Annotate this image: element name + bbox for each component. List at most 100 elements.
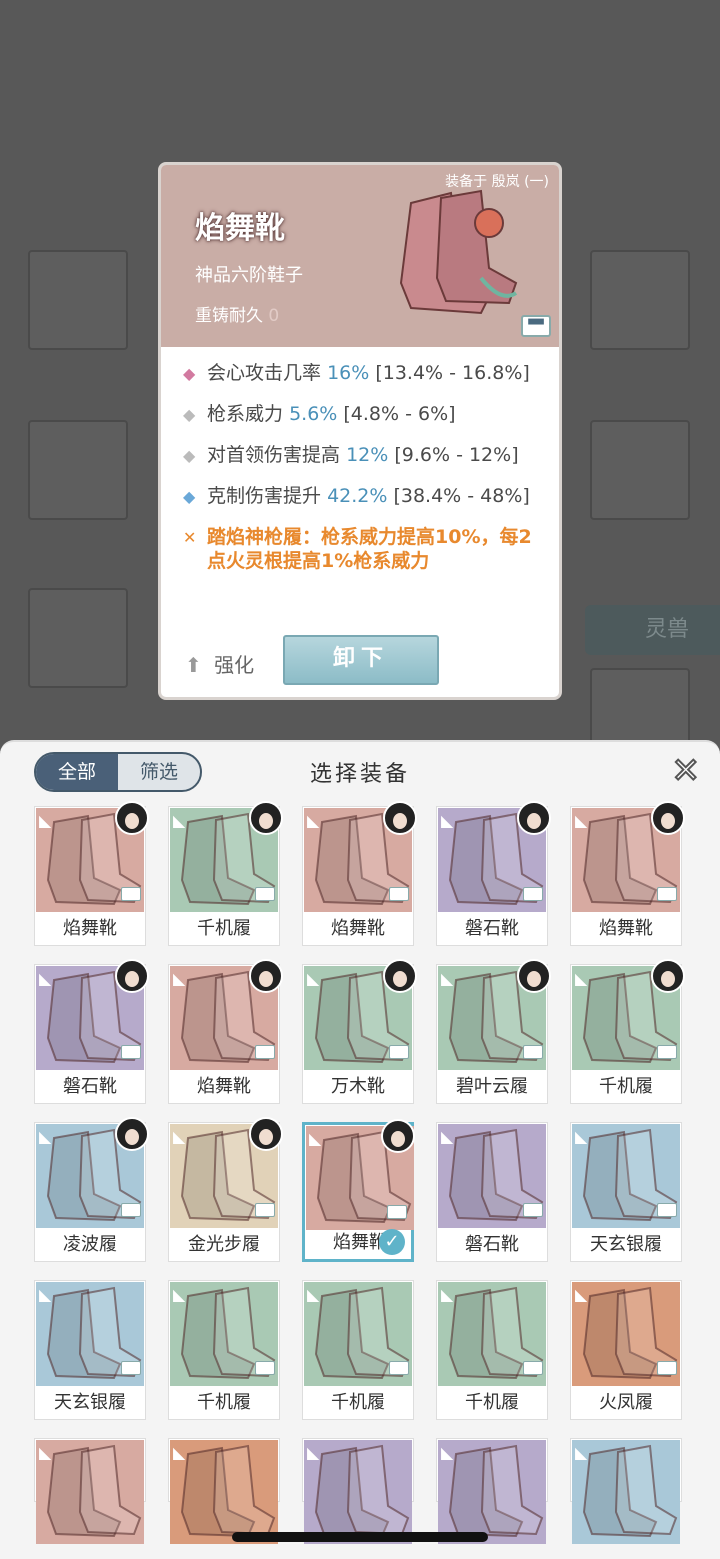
- item-grade: 神品六阶鞋子: [195, 265, 303, 286]
- item-detail-header: 装备于 殷岚 (一) 焰舞靴 神品六阶鞋子 重铸耐久 0 ▀▀: [161, 165, 559, 347]
- boot-slot-icon: ◣: [173, 969, 186, 988]
- boot-slot-icon: ◣: [173, 1443, 186, 1462]
- equipment-card[interactable]: ◣: [570, 1438, 682, 1544]
- boot-slot-icon: ◣: [173, 1285, 186, 1304]
- equipment-select-sheet: 全部 筛选 选择装备 ✕ ◣ 焰舞靴 ◣ 千机履 ◣ 焰舞靴 ◣ 磐石靴 ◣ 焰舞靴 ◣ 磐石靴 ◣ 焰舞…: [0, 740, 720, 1559]
- character-avatar: [651, 801, 685, 835]
- equipment-card[interactable]: ◣ 千机履: [302, 1280, 414, 1420]
- equipment-card[interactable]: ◣: [34, 1438, 146, 1544]
- equipment-name: 焰舞靴: [197, 1076, 251, 1097]
- equipment-name: 磐石靴: [465, 918, 519, 939]
- equipment-card[interactable]: ◣ 千机履: [570, 959, 685, 1104]
- lock-icon: [255, 1045, 275, 1059]
- equipment-card[interactable]: ◣ 磐石靴: [436, 801, 551, 946]
- recast-durability: 重铸耐久 0: [195, 301, 279, 326]
- equipment-card[interactable]: ◣ 金光步履: [168, 1117, 283, 1262]
- equipment-name: 万木靴: [331, 1076, 385, 1097]
- boot-slot-icon: ◣: [39, 1285, 52, 1304]
- stat-value: 12%: [346, 444, 389, 466]
- sheet-title: 选择装备: [309, 762, 410, 787]
- lock-icon: [389, 1361, 409, 1375]
- enhance-button[interactable]: ⬆ 强化: [185, 649, 254, 678]
- set-bonus-text: ✕ 踏焰神枪履：枪系威力提高10%，每2点火灵根提高1%枪系威力: [179, 525, 549, 573]
- character-avatar: [383, 959, 417, 993]
- boot-slot-icon: ◣: [575, 1285, 588, 1304]
- lock-icon: [387, 1205, 407, 1219]
- character-avatar: [249, 959, 283, 993]
- lock-icon: [523, 1045, 543, 1059]
- boot-image: [438, 1440, 546, 1544]
- equipment-card[interactable]: ◣ 焰舞靴: [570, 801, 685, 946]
- equipment-name: 火凤履: [599, 1392, 653, 1413]
- equipment-card[interactable]: ◣: [436, 1438, 548, 1544]
- boot-image: [36, 1440, 144, 1544]
- equipment-name: 天玄银履: [54, 1392, 126, 1413]
- boot-image: [170, 1440, 278, 1544]
- equipment-card[interactable]: ◣ 焰舞靴: [302, 801, 417, 946]
- diamond-icon: ◆: [183, 446, 196, 465]
- lock-icon: [657, 1045, 677, 1059]
- equipment-card[interactable]: ◣ 碧叶云履: [436, 959, 551, 1104]
- lock-icon: [255, 1361, 275, 1375]
- character-avatar: [115, 1117, 149, 1151]
- stat-row: ◆ 对首领伤害提高 12% [9.6% - 12%]: [179, 443, 549, 467]
- equipment-card[interactable]: ◣: [168, 1438, 280, 1544]
- equipment-name: 凌波履: [63, 1234, 117, 1255]
- equipment-name: 焰舞靴: [599, 918, 653, 939]
- set-bonus-icon: ✕: [183, 528, 197, 547]
- equipment-card[interactable]: ◣: [302, 1438, 414, 1544]
- bg-equip-slot-helmet: [590, 250, 690, 350]
- equipment-card[interactable]: ◣ 火凤履: [570, 1280, 682, 1420]
- character-avatar: [517, 801, 551, 835]
- diamond-icon: ◆: [183, 487, 196, 506]
- unequip-button[interactable]: 卸下: [283, 635, 439, 685]
- equipment-name: 千机履: [599, 1076, 653, 1097]
- equipment-card[interactable]: ◣ 磐石靴: [436, 1122, 548, 1262]
- lock-icon: [389, 887, 409, 901]
- lock-icon: [121, 1045, 141, 1059]
- stat-list: ◆ 会心攻击几率 16% [13.4% - 16.8%] ◆ 枪系威力 5.6%…: [179, 361, 549, 590]
- close-icon[interactable]: ✕: [671, 753, 701, 789]
- stat-name: 会心攻击几率: [207, 362, 322, 384]
- boot-slot-icon: ◣: [173, 811, 186, 830]
- equipment-card[interactable]: ◣ 磐石靴: [34, 959, 149, 1104]
- boot-slot-icon: ◣: [309, 1129, 322, 1148]
- lock-icon: [523, 1361, 543, 1375]
- boot-slot-icon: ◣: [307, 969, 320, 988]
- equipment-card[interactable]: ◣ 焰舞靴 ✓: [302, 1119, 415, 1262]
- character-avatar: [249, 801, 283, 835]
- bg-equip-slot-weapon: [28, 250, 128, 350]
- equipment-card[interactable]: ◣ 天玄银履: [570, 1122, 682, 1262]
- boot-slot-icon: ◣: [39, 811, 52, 830]
- character-avatar: [651, 959, 685, 993]
- set-bonus-desc: 踏焰神枪履：枪系威力提高10%，每2点火灵根提高1%枪系威力: [207, 526, 532, 572]
- equipment-card[interactable]: ◣ 焰舞靴: [34, 801, 149, 946]
- equipment-card[interactable]: ◣ 天玄银履: [34, 1280, 146, 1420]
- bg-equip-slot-armor: [28, 420, 128, 520]
- checkmark-icon: ✓: [379, 1229, 405, 1255]
- equipment-name: 千机履: [331, 1392, 385, 1413]
- lock-icon[interactable]: ▀▀: [521, 315, 551, 337]
- equipment-card[interactable]: ◣ 千机履: [436, 1280, 548, 1420]
- boot-slot-icon: ◣: [173, 1127, 186, 1146]
- boot-slot-icon: ◣: [575, 1443, 588, 1462]
- boot-slot-icon: ◣: [441, 811, 454, 830]
- stat-range: [13.4% - 16.8%]: [375, 362, 530, 384]
- equipment-card[interactable]: ◣ 千机履: [168, 1280, 280, 1420]
- equipment-name: 金光步履: [188, 1234, 260, 1255]
- equipment-name: 焰舞靴: [331, 918, 385, 939]
- bg-equip-slot-boots: [28, 588, 128, 688]
- equipment-card[interactable]: ◣ 焰舞靴: [168, 959, 283, 1104]
- character-avatar: [115, 801, 149, 835]
- equipment-name: 千机履: [197, 1392, 251, 1413]
- home-indicator[interactable]: [232, 1532, 488, 1542]
- stat-row: ◆ 克制伤害提升 42.2% [38.4% - 48%]: [179, 484, 549, 508]
- character-avatar: [383, 801, 417, 835]
- lock-icon: [389, 1045, 409, 1059]
- character-avatar: [381, 1119, 415, 1153]
- stat-range: [9.6% - 12%]: [394, 444, 519, 466]
- equipment-card[interactable]: ◣ 凌波履: [34, 1117, 149, 1262]
- lock-icon: [657, 1361, 677, 1375]
- equipment-card[interactable]: ◣ 千机履: [168, 801, 283, 946]
- equipment-card[interactable]: ◣ 万木靴: [302, 959, 417, 1104]
